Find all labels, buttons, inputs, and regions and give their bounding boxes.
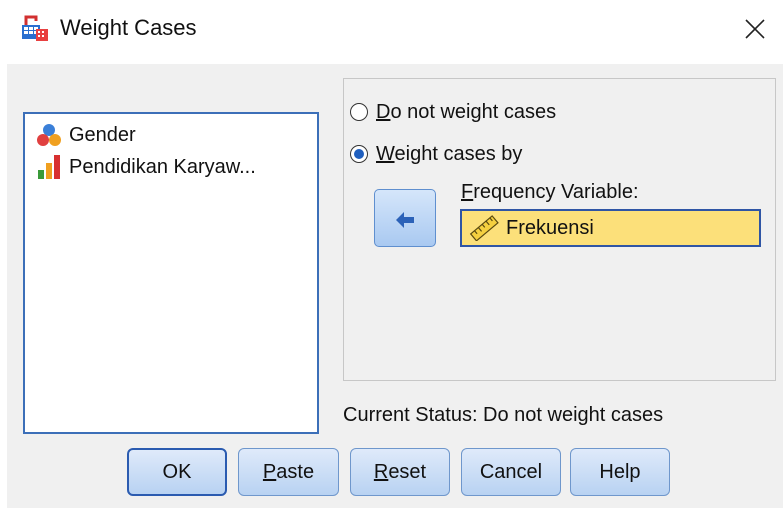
spss-weight-cases-icon — [20, 15, 50, 43]
dialog-body: Gender Pendidikan Karyaw... Do not weigh… — [7, 64, 783, 508]
frequency-variable-label: Frequency Variable: — [461, 181, 639, 203]
variable-label: Gender — [69, 123, 136, 146]
title-bar: Weight Cases — [0, 0, 783, 60]
list-item-gender[interactable]: Gender — [35, 120, 136, 150]
variable-label: Pendidikan Karyaw... — [69, 155, 256, 178]
close-icon — [745, 19, 765, 39]
help-button[interactable]: Help — [570, 448, 670, 496]
radio-label: Weight cases by — [376, 142, 523, 165]
move-variable-button[interactable] — [374, 189, 436, 247]
reset-button-label: Reset — [373, 460, 427, 483]
radio-button-selected[interactable] — [350, 145, 368, 163]
cancel-button-label: Cancel — [479, 460, 543, 483]
frequency-variable-value: Frekuensi — [506, 216, 594, 239]
list-item-pendidikan[interactable]: Pendidikan Karyaw... — [35, 152, 256, 182]
variable-list[interactable]: Gender Pendidikan Karyaw... — [23, 112, 319, 434]
radio-button[interactable] — [350, 103, 368, 121]
paste-button-label: Paste — [262, 460, 315, 483]
radio-weight-cases-by[interactable]: Weight cases by — [350, 141, 522, 167]
cancel-button[interactable]: Cancel — [461, 448, 561, 496]
weighting-options-panel: Do not weight cases Weight cases by Freq… — [343, 78, 776, 381]
ordinal-variable-icon — [35, 154, 63, 180]
radio-do-not-weight[interactable]: Do not weight cases — [350, 99, 556, 125]
reset-button[interactable]: Reset — [350, 448, 450, 496]
arrow-left-icon — [396, 212, 414, 228]
current-status-text: Current Status: Do not weight cases — [343, 404, 664, 426]
frequency-variable-field[interactable]: Frekuensi — [460, 209, 761, 247]
weight-cases-dialog: Weight Cases Gender Pendidikan Karyaw...… — [0, 0, 783, 508]
ok-button[interactable]: OK — [127, 448, 227, 496]
paste-button[interactable]: Paste — [238, 448, 339, 496]
nominal-variable-icon — [35, 122, 63, 148]
help-button-label: Help — [599, 460, 641, 483]
close-button[interactable] — [738, 12, 772, 46]
ok-button-label: OK — [162, 460, 192, 483]
dialog-title: Weight Cases — [60, 15, 197, 40]
radio-label: Do not weight cases — [376, 100, 557, 123]
scale-variable-icon — [468, 215, 500, 242]
